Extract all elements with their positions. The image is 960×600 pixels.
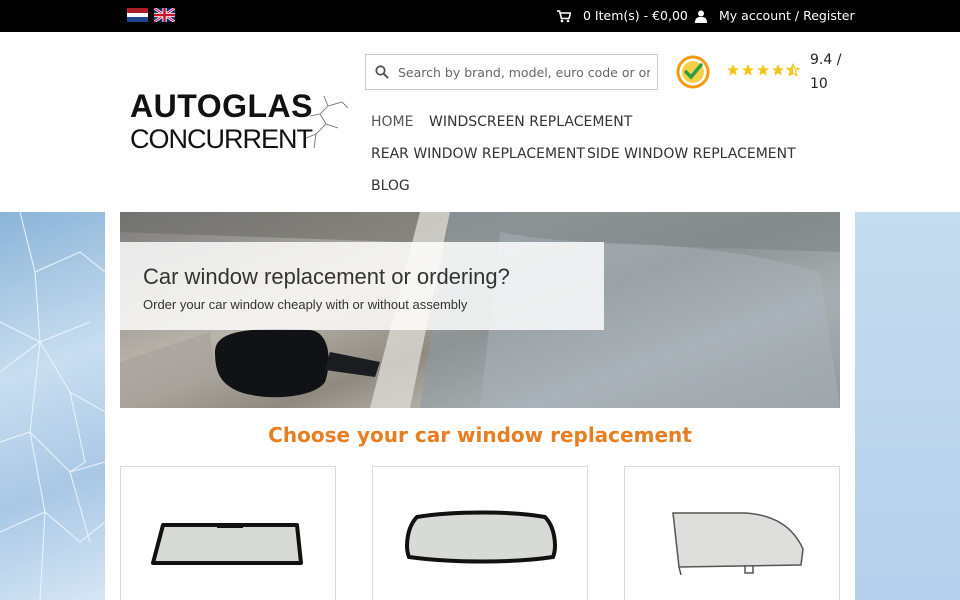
category-card-rear-window[interactable]	[372, 466, 588, 600]
site-logo[interactable]: AUTOGLAS CONCURRENT	[128, 88, 350, 160]
account-label: My account / Register	[719, 8, 855, 23]
search-input[interactable]	[398, 64, 650, 80]
search-box	[365, 54, 658, 90]
cracked-glass-background	[0, 212, 105, 600]
banner-title: Car window replacement or ordering?	[143, 264, 510, 289]
flag-nl-icon[interactable]	[127, 8, 148, 22]
star-icon	[727, 64, 739, 76]
star-icon	[757, 64, 769, 76]
nav-rear-window-replacement[interactable]: REAR WINDOW REPLACEMENT	[371, 142, 585, 166]
account-link[interactable]: My account / Register	[695, 8, 855, 24]
cart-link[interactable]: 0 Item(s) - €0,00	[557, 8, 688, 24]
nav-blog[interactable]: BLOG	[371, 174, 410, 198]
nav-home[interactable]: HOME	[371, 110, 413, 134]
windscreen-icon	[151, 523, 303, 565]
review-badge-icon[interactable]	[676, 55, 710, 89]
rating-score: 9.4 / 10	[810, 52, 842, 92]
category-card-windscreen[interactable]	[120, 466, 336, 600]
star-half-icon	[786, 63, 800, 77]
top-bar: 0 Item(s) - €0,00 My account / Register	[0, 0, 960, 32]
star-icon	[772, 64, 784, 76]
cart-label: 0 Item(s) - €0,00	[583, 8, 688, 23]
flag-uk-icon[interactable]	[154, 8, 175, 22]
cart-icon	[557, 9, 571, 22]
star-icon	[742, 64, 754, 76]
banner-subtitle: Order your car window cheaply with or wi…	[143, 297, 468, 312]
nav-side-window-replacement[interactable]: SIDE WINDOW REPLACEMENT	[587, 142, 796, 166]
rating-stars	[726, 63, 800, 77]
rear-window-icon	[405, 510, 557, 564]
category-card-side-window[interactable]	[624, 466, 840, 600]
crack-icon	[305, 95, 349, 149]
search-icon[interactable]	[366, 65, 398, 79]
sky-background	[855, 212, 960, 600]
nav-windscreen-replacement[interactable]: WINDSCREEN REPLACEMENT	[429, 110, 632, 134]
section-title: Choose your car window replacement	[268, 423, 692, 447]
side-window-icon	[672, 512, 804, 576]
user-icon	[695, 10, 707, 23]
